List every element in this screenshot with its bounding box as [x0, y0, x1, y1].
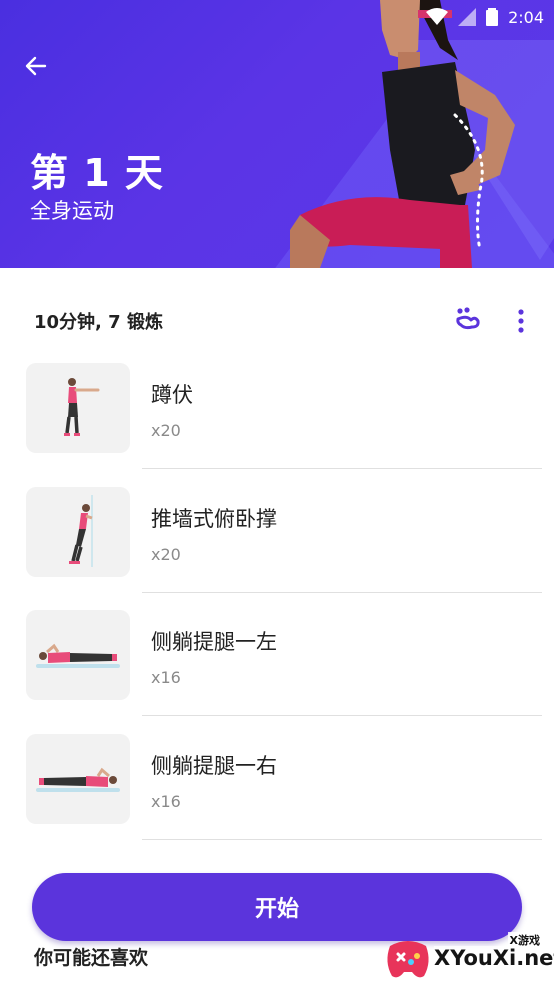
exercise-reps: x16 [151, 668, 181, 687]
divider [142, 715, 542, 716]
divider [142, 591, 542, 593]
exercise-item[interactable]: 推墙式俯卧撑 x20 [0, 476, 554, 600]
exercise-thumbnail [26, 363, 130, 453]
more-vertical-icon [518, 309, 524, 333]
exercise-item[interactable]: 蹲伏 x20 [0, 352, 554, 476]
coach-icon [456, 307, 480, 330]
exercise-item[interactable]: 侧躺提腿一右 x16 [0, 723, 554, 847]
divider [142, 468, 542, 469]
side-leg-raise-right-figure-icon [36, 767, 120, 792]
exercise-reps: x20 [151, 544, 181, 564]
exercise-name: 侧躺提腿一右 [151, 753, 277, 778]
athlete-illustration [290, 0, 515, 268]
recommendations-heading: 你可能还喜欢 [34, 947, 149, 969]
exercise-name: 推墙式俯卧撑 [151, 506, 277, 531]
more-options-button[interactable] [506, 306, 536, 336]
exercise-thumbnail [26, 486, 130, 577]
side-leg-raise-left-figure-icon [36, 643, 120, 668]
exercise-thumbnail [26, 733, 130, 824]
exercise-thumbnail [26, 610, 130, 700]
wifi-icon [426, 8, 449, 25]
status-time: 2:04 [508, 7, 544, 27]
exercise-item[interactable]: 侧躺提腿一左 x16 [0, 599, 554, 723]
status-bar: 2:04 [426, 4, 544, 30]
duration-and-count: 10分钟, 7 锻炼 [34, 312, 163, 333]
workout-hero-banner: 2:04 第 1 天 全身运动 [0, 0, 554, 268]
back-button[interactable] [18, 48, 54, 84]
day-title: 第 1 天 [30, 151, 164, 195]
signal-icon [458, 8, 477, 26]
arrow-left-icon [25, 56, 47, 76]
exercise-reps: x20 [151, 421, 181, 440]
squat-figure-icon [64, 378, 100, 436]
wall-pushup-figure-icon [69, 494, 93, 567]
coach-voice-button[interactable] [452, 306, 482, 336]
battery-icon [486, 8, 499, 26]
workout-subtitle: 全身运动 [30, 199, 114, 223]
exercise-name: 侧躺提腿一左 [151, 630, 277, 654]
site-watermark: X游戏 XYouXi.net [384, 928, 554, 986]
exercise-reps: x16 [151, 791, 181, 811]
workout-summary: 10分钟, 7 锻炼 [34, 306, 536, 336]
exercise-list: 蹲伏 x20 推墙式俯卧撑 x20 侧躺提腿一左 x16 侧躺提腿一右 x16 [0, 352, 554, 846]
exercise-name: 蹲伏 [151, 383, 193, 407]
watermark-text: XYouXi.net [434, 946, 554, 970]
gamepad-logo-icon [387, 941, 429, 978]
divider [142, 838, 542, 840]
